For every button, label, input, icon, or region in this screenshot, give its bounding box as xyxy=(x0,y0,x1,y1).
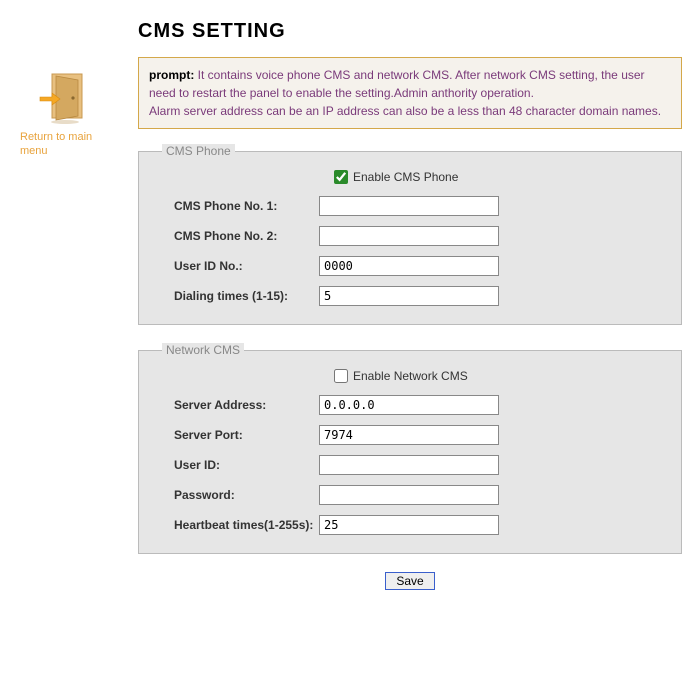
save-button[interactable]: Save xyxy=(385,572,434,590)
net-user-id-input[interactable] xyxy=(319,455,499,475)
enable-network-cms-label: Enable Network CMS xyxy=(353,369,468,383)
network-cms-fieldset: Network CMS Enable Network CMS Server Ad… xyxy=(138,343,682,554)
user-id-no-input[interactable] xyxy=(319,256,499,276)
network-cms-legend: Network CMS xyxy=(162,343,244,357)
dialing-times-input[interactable] xyxy=(319,286,499,306)
heartbeat-label: Heartbeat times(1-255s): xyxy=(154,518,319,532)
main-content: CMS SETTING prompt: It contains voice ph… xyxy=(108,20,682,590)
dialing-times-label: Dialing times (1-15): xyxy=(154,289,319,303)
cms-phone-legend: CMS Phone xyxy=(162,144,235,158)
prompt-label: prompt: xyxy=(149,68,194,82)
cms-phone-2-input[interactable] xyxy=(319,226,499,246)
return-to-main-link[interactable]: Return to main menu xyxy=(18,70,108,159)
cms-phone-fieldset: CMS Phone Enable CMS Phone CMS Phone No.… xyxy=(138,144,682,325)
prompt-text: It contains voice phone CMS and network … xyxy=(149,68,661,118)
door-exit-icon xyxy=(38,70,88,125)
heartbeat-input[interactable] xyxy=(319,515,499,535)
net-user-id-label: User ID: xyxy=(154,458,319,472)
password-label: Password: xyxy=(154,488,319,502)
server-address-input[interactable] xyxy=(319,395,499,415)
sidebar: Return to main menu xyxy=(18,20,108,590)
enable-cms-phone-label: Enable CMS Phone xyxy=(353,170,458,184)
return-label: Return to main menu xyxy=(18,130,108,159)
cms-phone-1-input[interactable] xyxy=(319,196,499,216)
enable-network-cms-checkbox[interactable] xyxy=(334,369,348,383)
user-id-no-label: User ID No.: xyxy=(154,259,319,273)
enable-cms-phone-checkbox[interactable] xyxy=(334,170,348,184)
page-title: CMS SETTING xyxy=(138,20,682,43)
password-input[interactable] xyxy=(319,485,499,505)
server-port-label: Server Port: xyxy=(154,428,319,442)
prompt-box: prompt: It contains voice phone CMS and … xyxy=(138,57,682,129)
server-port-input[interactable] xyxy=(319,425,499,445)
cms-phone-1-label: CMS Phone No. 1: xyxy=(154,199,319,213)
cms-phone-2-label: CMS Phone No. 2: xyxy=(154,229,319,243)
server-address-label: Server Address: xyxy=(154,398,319,412)
